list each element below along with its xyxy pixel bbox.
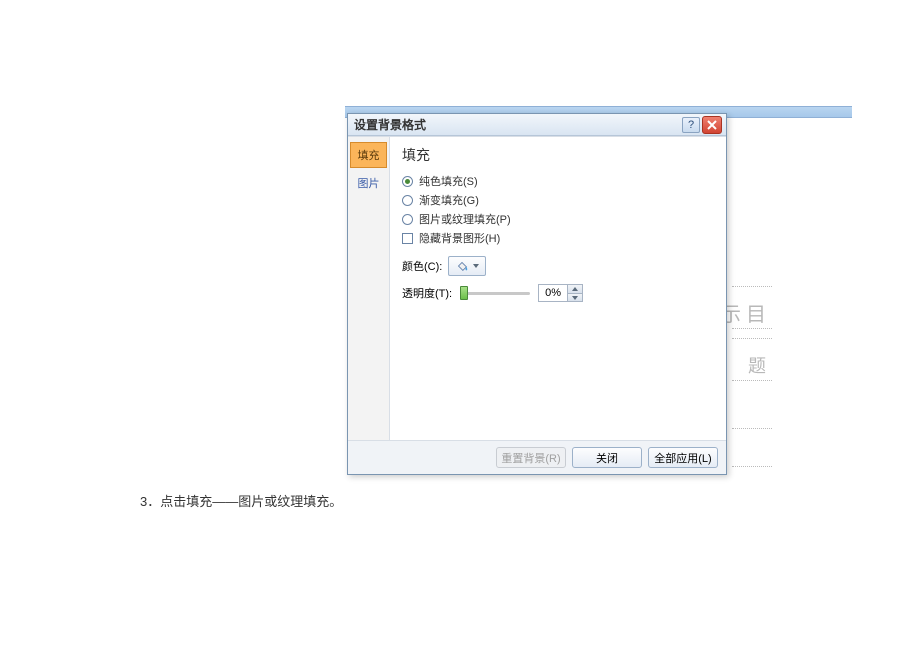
dialog-button-row: 重置背景(R) 关闭 全部应用(L) [348, 440, 726, 474]
transparency-spinner[interactable]: 0% [538, 284, 583, 302]
checkbox-icon [402, 233, 413, 244]
bg-text-fragment: 题 [748, 352, 766, 378]
option-label: 图片或纹理填充(P) [419, 211, 511, 227]
format-background-dialog: 设置背景格式 ? 填充 图片 填充 纯色填充(S) 渐变填充(G) 图片或纹理填… [347, 113, 727, 475]
transparency-slider[interactable] [460, 286, 530, 300]
transparency-label: 透明度(T): [402, 285, 452, 301]
close-dialog-button[interactable]: 关闭 [572, 447, 642, 468]
chevron-down-icon [572, 296, 578, 300]
tab-picture[interactable]: 图片 [350, 170, 387, 196]
color-label: 颜色(C): [402, 258, 442, 274]
bg-text-fragment: 示 目 [721, 298, 766, 327]
radio-icon [402, 214, 413, 225]
document-step-text: 3．点击填充——图片或纹理填充。 [140, 491, 342, 510]
spinner-down[interactable] [568, 293, 582, 301]
chevron-down-icon [473, 264, 479, 268]
reset-background-button: 重置背景(R) [496, 447, 566, 468]
option-hide-background[interactable]: 隐藏背景图形(H) [402, 230, 714, 246]
option-label: 渐变填充(G) [419, 192, 479, 208]
placeholder-line [732, 338, 772, 339]
side-tabs: 填充 图片 [348, 137, 390, 440]
placeholder-line [732, 380, 772, 381]
option-gradient-fill[interactable]: 渐变填充(G) [402, 192, 714, 208]
placeholder-line [732, 286, 772, 287]
radio-icon [402, 176, 413, 187]
fill-panel: 填充 纯色填充(S) 渐变填充(G) 图片或纹理填充(P) 隐藏背景图形(H) … [390, 137, 726, 440]
close-button[interactable] [702, 116, 722, 134]
dialog-body: 填充 图片 填充 纯色填充(S) 渐变填充(G) 图片或纹理填充(P) 隐藏背景… [348, 136, 726, 440]
panel-title: 填充 [402, 145, 714, 165]
placeholder-line [732, 428, 772, 429]
paint-bucket-icon [455, 259, 469, 273]
close-icon [707, 120, 717, 130]
slider-thumb[interactable] [460, 286, 468, 300]
option-picture-fill[interactable]: 图片或纹理填充(P) [402, 211, 714, 227]
dialog-title: 设置背景格式 [354, 116, 426, 133]
help-button[interactable]: ? [682, 117, 700, 133]
placeholder-line [732, 466, 772, 467]
placeholder-line [732, 328, 772, 329]
radio-icon [402, 195, 413, 206]
option-solid-fill[interactable]: 纯色填充(S) [402, 173, 714, 189]
option-label: 隐藏背景图形(H) [419, 230, 500, 246]
color-picker-button[interactable] [448, 256, 486, 276]
dialog-titlebar[interactable]: 设置背景格式 ? [348, 114, 726, 136]
tab-fill[interactable]: 填充 [350, 142, 387, 168]
slider-track [460, 292, 530, 295]
transparency-value: 0% [539, 287, 567, 299]
spinner-up[interactable] [568, 285, 582, 293]
apply-all-button[interactable]: 全部应用(L) [648, 447, 718, 468]
option-label: 纯色填充(S) [419, 173, 478, 189]
chevron-up-icon [572, 287, 578, 291]
